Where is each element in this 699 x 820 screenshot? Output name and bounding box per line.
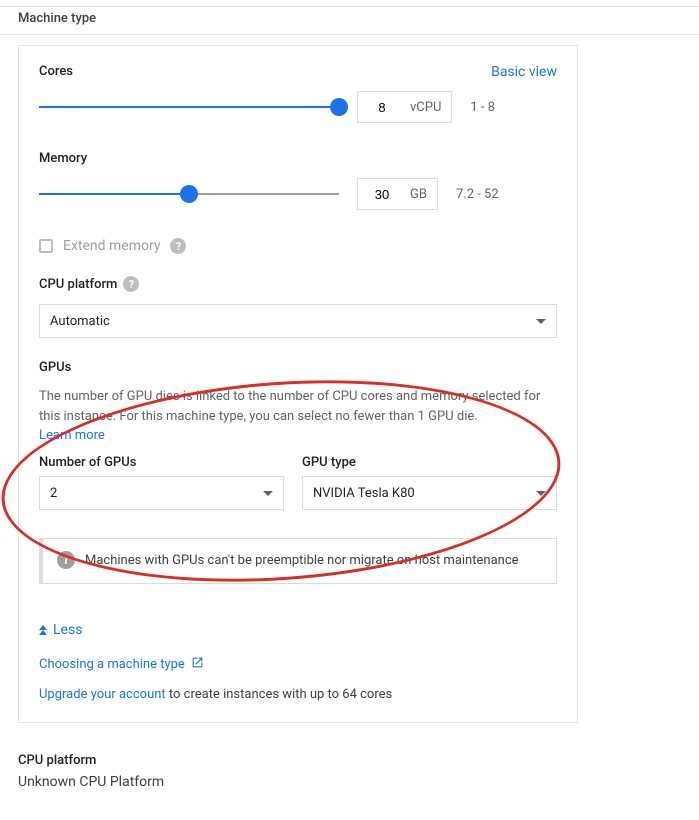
memory-range: 7.2 - 52 — [456, 187, 499, 202]
gpu-info-box: i Machines with GPUs can't be preemptibl… — [39, 538, 557, 584]
info-icon: i — [57, 551, 75, 569]
bottom-cpu-platform-label: CPU platform — [18, 753, 542, 768]
memory-value-box: GB — [357, 178, 438, 210]
cores-slider-thumb[interactable] — [330, 98, 348, 116]
memory-slider-thumb[interactable] — [180, 185, 198, 203]
less-label: Less — [53, 622, 82, 638]
num-gpus-value: 2 — [50, 486, 57, 501]
choosing-machine-type-link[interactable]: Choosing a machine type — [39, 657, 185, 672]
gpu-info-text: Machines with GPUs can't be preemptible … — [85, 551, 519, 571]
cores-label: Cores — [39, 64, 557, 79]
memory-input[interactable] — [358, 181, 406, 208]
upgrade-account-link[interactable]: Upgrade your account — [39, 687, 166, 702]
memory-label: Memory — [39, 151, 557, 166]
help-icon[interactable]: ? — [170, 238, 186, 254]
memory-unit: GB — [406, 187, 437, 202]
section-title-machine-type: Machine type — [0, 6, 699, 35]
machine-type-card: Basic view Cores vCPU 1 - 8 Memory GB 7.… — [18, 45, 578, 723]
cores-value-box: vCPU — [357, 91, 452, 123]
caret-down-icon — [536, 319, 546, 324]
cpu-platform-select[interactable]: Automatic — [39, 304, 557, 338]
gpu-type-label: GPU type — [302, 455, 557, 470]
bottom-cpu-platform-value: Unknown CPU Platform — [18, 774, 542, 790]
cpu-platform-label: CPU platform ? — [39, 276, 557, 292]
learn-more-link[interactable]: Learn more — [39, 428, 105, 443]
cores-slider[interactable] — [39, 97, 339, 117]
gpu-type-select[interactable]: NVIDIA Tesla K80 — [302, 476, 557, 510]
gpus-description: The number of GPU dies is linked to the … — [39, 387, 557, 426]
upgrade-suffix: to create instances with up to 64 cores — [166, 687, 393, 702]
chevron-up-icon — [39, 625, 47, 635]
extend-memory-label: Extend memory — [63, 238, 160, 254]
gpu-type-value: NVIDIA Tesla K80 — [313, 486, 415, 501]
external-link-icon — [191, 656, 204, 673]
cores-input[interactable] — [358, 94, 406, 121]
extend-memory-checkbox[interactable] — [39, 239, 53, 253]
help-icon[interactable]: ? — [123, 276, 139, 292]
less-toggle[interactable]: Less — [39, 622, 557, 638]
gpus-label: GPUs — [39, 360, 557, 375]
basic-view-link[interactable]: Basic view — [491, 64, 557, 80]
cores-unit: vCPU — [406, 100, 451, 115]
caret-down-icon — [536, 491, 546, 496]
num-gpus-select[interactable]: 2 — [39, 476, 284, 510]
cores-range: 1 - 8 — [470, 100, 495, 115]
cpu-platform-value: Automatic — [50, 314, 110, 329]
upgrade-row: Upgrade your account to create instances… — [39, 687, 557, 702]
memory-slider[interactable] — [39, 184, 339, 204]
caret-down-icon — [263, 491, 273, 496]
num-gpus-label: Number of GPUs — [39, 455, 284, 470]
